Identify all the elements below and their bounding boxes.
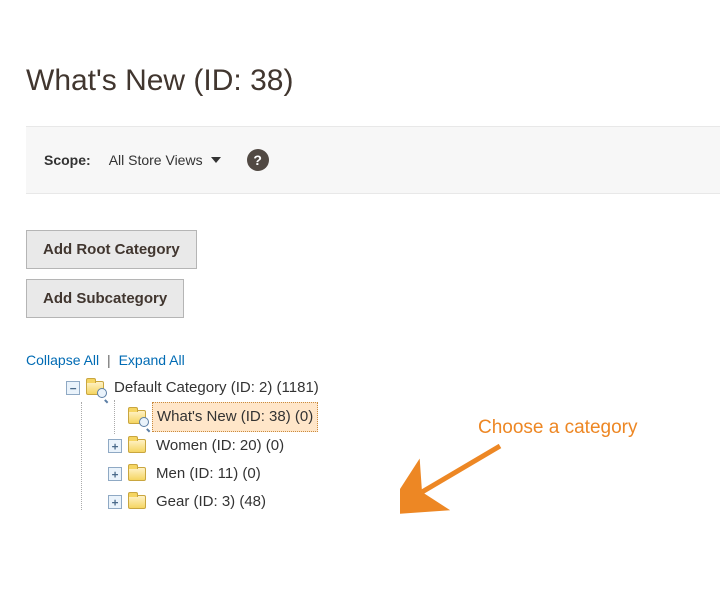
separator: |	[107, 352, 111, 368]
collapse-icon[interactable]	[66, 381, 80, 395]
expand-icon[interactable]	[108, 467, 122, 481]
expand-all-link[interactable]: Expand All	[119, 352, 185, 368]
folder-icon	[128, 467, 146, 481]
tree-node-label: Men (ID: 11) (0)	[152, 460, 265, 488]
help-icon[interactable]: ?	[247, 149, 269, 171]
tree-connector	[108, 410, 122, 424]
folder-icon	[128, 495, 146, 509]
tree-node-label: Default Category (ID: 2) (1181)	[110, 374, 323, 402]
folder-icon	[128, 410, 146, 424]
category-action-buttons: Add Root Category Add Subcategory	[26, 230, 694, 328]
add-root-category-button[interactable]: Add Root Category	[26, 230, 197, 269]
tree-node-label: Women (ID: 20) (0)	[152, 432, 288, 460]
page-title: What's New (ID: 38)	[26, 64, 694, 98]
expand-icon[interactable]	[108, 495, 122, 509]
tree-node-label: What's New (ID: 38) (0)	[152, 402, 318, 432]
tree-expand-controls: Collapse All | Expand All	[26, 352, 694, 368]
add-subcategory-button[interactable]: Add Subcategory	[26, 279, 184, 318]
category-tree: Default Category (ID: 2) (1181) What's N…	[26, 374, 694, 516]
scope-bar: Scope: All Store Views ?	[26, 126, 720, 194]
scope-label: Scope:	[44, 152, 91, 168]
scope-value: All Store Views	[109, 152, 203, 168]
caret-down-icon	[211, 157, 221, 163]
annotation-arrow-icon	[400, 436, 520, 516]
tree-node-root[interactable]: Default Category (ID: 2) (1181)	[66, 374, 694, 402]
folder-icon	[128, 439, 146, 453]
folder-open-icon	[86, 381, 104, 395]
collapse-all-link[interactable]: Collapse All	[26, 352, 99, 368]
scope-selector[interactable]: All Store Views	[109, 152, 221, 168]
expand-icon[interactable]	[108, 439, 122, 453]
tree-node-label: Gear (ID: 3) (48)	[152, 488, 270, 516]
